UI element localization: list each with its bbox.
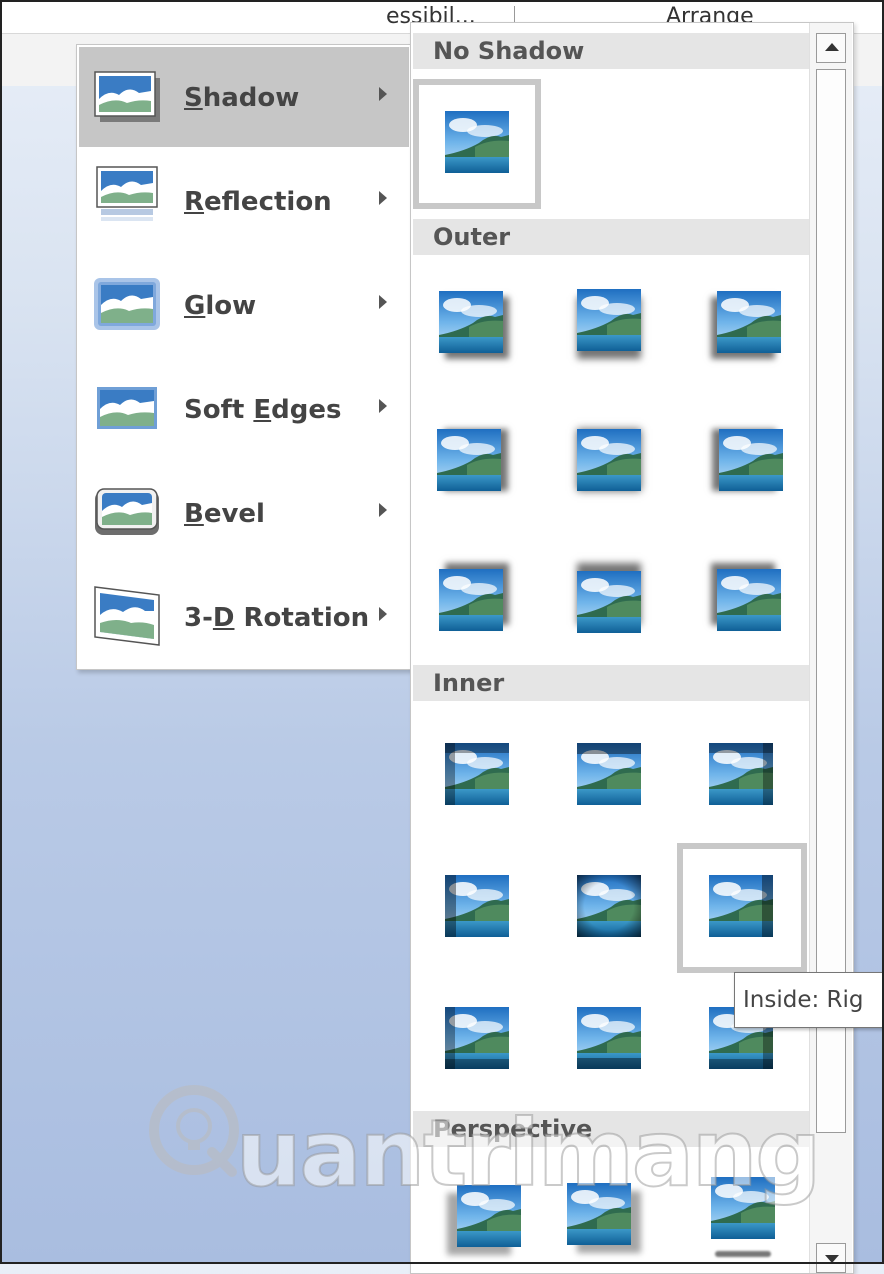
outer-shadow-thumb[interactable] xyxy=(439,291,503,353)
submenu-arrow-icon xyxy=(379,295,387,309)
inner-shadow-thumb[interactable] xyxy=(445,875,509,937)
menu-item-reflection[interactable]: Reflection xyxy=(79,151,409,251)
scroll-down-button[interactable] xyxy=(816,1243,846,1273)
inner-shadow-thumb[interactable] xyxy=(709,743,773,805)
menu-item-shadow[interactable]: Shadow xyxy=(79,47,409,147)
outer-shadow-thumb[interactable] xyxy=(439,569,503,631)
menu-item-bevel[interactable]: Bevel xyxy=(79,463,409,563)
menu-item-3d-rotation[interactable]: 3-D Rotation xyxy=(79,567,409,667)
submenu-arrow-icon xyxy=(379,191,387,205)
menu-label-3d-rotation: 3-D Rotation xyxy=(184,603,370,633)
shadow-gallery-panel: No Shadow Outer Inner Perspective xyxy=(410,22,854,1274)
menu-item-glow[interactable]: Glow xyxy=(79,255,409,355)
outer-shadow-thumb[interactable] xyxy=(437,429,501,491)
inner-shadow-thumb[interactable] xyxy=(445,743,509,805)
section-header-inner: Inner xyxy=(413,665,809,701)
inner-shadow-thumb[interactable] xyxy=(577,743,641,805)
outer-shadow-thumb[interactable] xyxy=(577,289,641,351)
inner-shadow-thumb[interactable] xyxy=(445,1007,509,1069)
picture-effects-menu: Shadow Reflection Glow Soft Edges Bevel … xyxy=(76,44,412,670)
submenu-arrow-icon xyxy=(379,87,387,101)
menu-label-soft-edges: Soft Edges xyxy=(184,395,342,425)
outer-shadow-thumb[interactable] xyxy=(577,429,641,491)
menu-label-shadow: Shadow xyxy=(184,83,300,113)
submenu-arrow-icon xyxy=(379,399,387,413)
submenu-arrow-icon xyxy=(379,503,387,517)
menu-item-soft-edges[interactable]: Soft Edges xyxy=(79,359,409,459)
no-shadow-thumb[interactable] xyxy=(445,111,509,173)
reflection-effect-icon xyxy=(96,166,158,221)
inner-shadow-right-thumb[interactable] xyxy=(709,875,773,937)
scroll-up-button[interactable] xyxy=(816,33,846,63)
tooltip: Inside: Rig xyxy=(734,972,884,1028)
gallery-scrollbar[interactable] xyxy=(809,23,852,1273)
outer-shadow-thumb[interactable] xyxy=(717,291,781,353)
menu-label-reflection: Reflection xyxy=(184,187,332,217)
menu-label-bevel: Bevel xyxy=(184,499,265,529)
lightbulb-watermark-icon xyxy=(149,1085,239,1177)
submenu-arrow-icon xyxy=(379,607,387,621)
watermark-text: uantrimang xyxy=(235,1099,822,1208)
outer-shadow-thumb[interactable] xyxy=(719,429,783,491)
inner-shadow-thumb[interactable] xyxy=(577,1007,641,1069)
bevel-effect-icon xyxy=(95,488,159,535)
outer-shadow-thumb[interactable] xyxy=(717,569,781,631)
inner-shadow-thumb[interactable] xyxy=(577,875,641,937)
3d-rotation-effect-icon xyxy=(94,586,160,646)
outer-shadow-thumb[interactable] xyxy=(577,571,641,633)
shadow-effect-icon xyxy=(94,71,160,122)
section-header-no-shadow: No Shadow xyxy=(413,33,809,69)
soft-edges-effect-icon xyxy=(97,387,157,429)
menu-label-glow: Glow xyxy=(184,291,257,321)
section-header-outer: Outer xyxy=(413,219,809,255)
glow-effect-icon xyxy=(94,278,160,330)
